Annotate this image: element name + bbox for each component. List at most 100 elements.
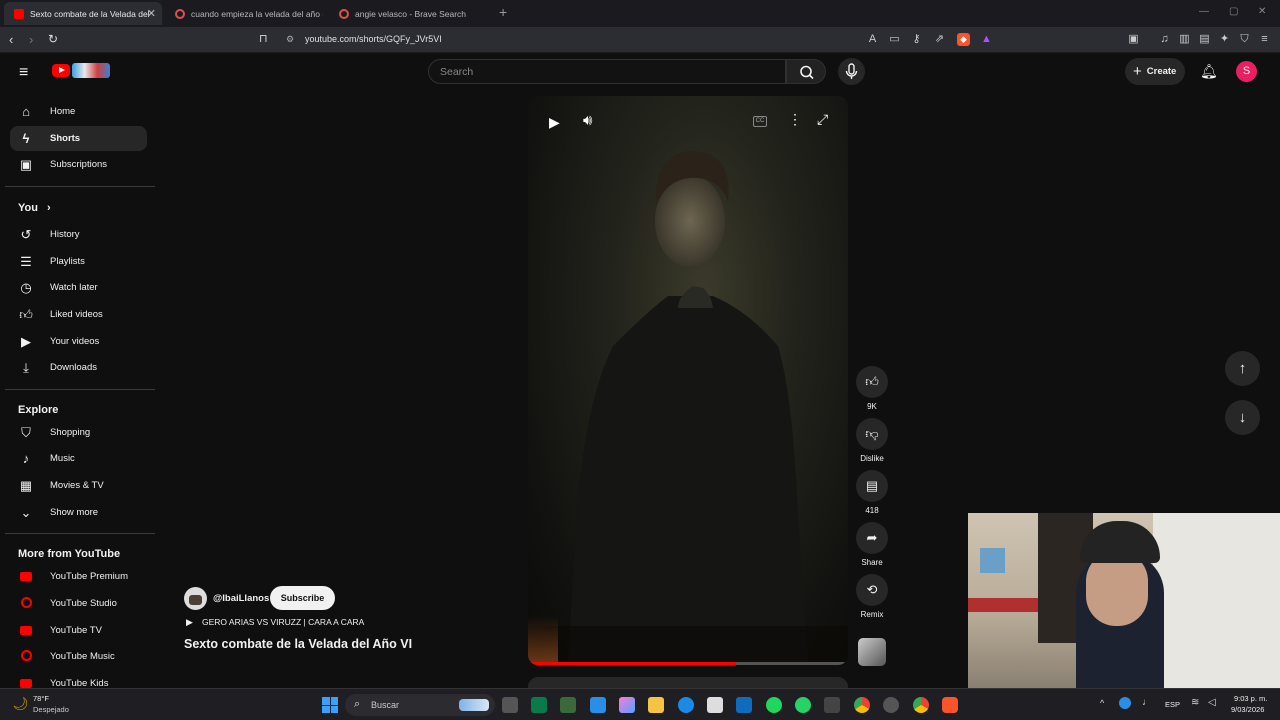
sidebar-item-movies-tv[interactable]: ▦ Movies & TV [10, 473, 147, 498]
language-indicator[interactable]: ESP [1165, 700, 1180, 709]
app-excel-icon[interactable] [531, 697, 547, 713]
sidebar-item-playlists[interactable]: ☰ Playlists [10, 249, 147, 274]
channel-name[interactable]: @IbaiLlanos [213, 593, 269, 604]
sidebar-item-youtube-music[interactable]: YouTube Music [10, 644, 147, 669]
store-icon[interactable] [707, 697, 723, 713]
edge-icon[interactable] [678, 697, 694, 713]
chrome-profile-icon[interactable] [913, 697, 929, 713]
site-info-icon[interactable]: ⚙ [286, 33, 294, 46]
brave-shields-icon[interactable]: ◆ [957, 33, 970, 46]
captions-icon[interactable]: CC [753, 116, 767, 127]
sidebar-item-youtube-premium[interactable]: YouTube Premium [10, 564, 147, 589]
tab-search-icon[interactable]: ▣ [1127, 33, 1140, 46]
vpn-icon[interactable]: ⛉ [1238, 33, 1251, 46]
volume-icon[interactable]: 🔊︎ [583, 112, 592, 129]
taskbar-search-box[interactable]: ⌕ Buscar [345, 694, 495, 716]
new-tab-button[interactable]: + [499, 4, 507, 20]
reload-icon[interactable]: ↻ [48, 33, 58, 46]
forward-icon[interactable]: › [29, 33, 33, 46]
tray-chevron-icon[interactable]: ^ [1100, 698, 1104, 708]
sidebar-item-youtube-studio[interactable]: YouTube Studio [10, 591, 147, 616]
hamburger-menu-icon[interactable]: ≡ [19, 64, 28, 82]
share-button[interactable]: ➦ [856, 522, 888, 554]
outlook-icon[interactable] [736, 697, 752, 713]
clock-time[interactable]: 9:03 p. m. [1234, 694, 1267, 703]
leo-ai-icon[interactable]: ✦ [1218, 33, 1231, 46]
progress-bar[interactable] [528, 662, 848, 665]
tab-brave-search-2[interactable]: angie velasco - Brave Search [329, 2, 489, 25]
sidebar-item-music[interactable]: ♪ Music [10, 446, 147, 471]
remix-button[interactable]: ⟲ [856, 574, 888, 606]
next-short-button[interactable]: ↓ [1225, 400, 1260, 435]
chrome-icon[interactable] [854, 697, 870, 713]
weather-temperature[interactable]: 78°F [33, 694, 49, 703]
close-tab-icon[interactable]: ✕ [147, 7, 156, 20]
weather-moon-icon[interactable]: 🌙︎ [12, 696, 29, 712]
sidebar-item-liked-videos[interactable]: 👍︎ Liked videos [10, 302, 147, 327]
music-play-icon[interactable]: ▶ [186, 617, 193, 628]
notifications-bell-icon[interactable]: 🔔︎ [1200, 63, 1218, 80]
subscribe-button[interactable]: Subscribe [270, 586, 335, 610]
search-button[interactable] [786, 59, 826, 84]
sidebar-item-shorts[interactable]: ϟ Shorts [10, 126, 147, 151]
sidebar-icon[interactable]: ▥ [1178, 33, 1191, 46]
sidebar-item-watch-later[interactable]: ◷ Watch later [10, 275, 147, 300]
short-video-player[interactable]: ▶ 🔊︎ CC ⋮ ⤢ [528, 96, 848, 665]
menu-icon[interactable]: ≡ [1258, 33, 1271, 46]
channel-avatar[interactable] [184, 587, 207, 610]
brave-rewards-icon[interactable]: ▲ [980, 33, 993, 46]
dislike-button[interactable]: 👎︎ [856, 418, 888, 450]
sidebar-item-home[interactable]: ⌂ Home [10, 99, 147, 124]
app-icon-3[interactable] [824, 697, 840, 713]
more-options-icon[interactable]: ⋮ [788, 111, 802, 128]
create-button[interactable]: + Create [1125, 58, 1185, 85]
sound-thumbnail[interactable] [858, 638, 886, 666]
windows-start-icon[interactable] [322, 697, 338, 713]
copilot-icon[interactable] [619, 697, 635, 713]
back-icon[interactable]: ‹ [9, 33, 13, 46]
like-button[interactable]: 👍︎ [856, 366, 888, 398]
file-explorer-icon[interactable] [648, 697, 664, 713]
previous-short-button[interactable]: ↑ [1225, 351, 1260, 386]
media-icon[interactable]: ♫ [1158, 33, 1171, 46]
translate-icon[interactable]: A [866, 33, 879, 46]
sidebar-you-heading[interactable]: You › [18, 202, 51, 214]
brave-icon[interactable] [942, 697, 958, 713]
sidebar-item-show-more[interactable]: ⌄ Show more [10, 500, 147, 525]
share-page-icon[interactable]: ⇗ [933, 33, 946, 46]
play-icon[interactable]: ▶ [549, 114, 560, 131]
sidebar-item-history[interactable]: ↺ History [10, 222, 147, 247]
task-view-icon[interactable] [502, 697, 518, 713]
clock-date[interactable]: 9/03/2026 [1231, 705, 1264, 714]
comments-button[interactable]: ▤ [856, 470, 888, 502]
music-title[interactable]: GERO ARIAS VS VIRUZZ | CARA A CARA [202, 617, 364, 627]
avatar[interactable]: S [1236, 61, 1257, 82]
sidebar-item-youtube-kids[interactable]: YouTube Kids [10, 671, 147, 688]
tab-brave-search-1[interactable]: cuando empieza la velada del año - [165, 2, 323, 25]
url-field[interactable]: youtube.com/shorts/GQFy_JVr5VI [305, 34, 442, 44]
maximize-icon[interactable]: ▢ [1229, 6, 1238, 17]
tab-youtube[interactable]: Sexto combate de la Velada del ✕ [4, 2, 162, 25]
app-icon[interactable] [560, 697, 576, 713]
cast-icon[interactable]: ▭ [888, 33, 901, 46]
fullscreen-icon[interactable]: ⤢ [817, 111, 828, 128]
volume-tray-icon[interactable]: ◁ [1208, 697, 1216, 708]
youtube-doodle-logo-icon[interactable] [72, 63, 110, 78]
app-icon-2[interactable] [590, 697, 606, 713]
whatsapp-icon[interactable] [795, 697, 811, 713]
app-icon-4[interactable] [883, 697, 899, 713]
minimize-icon[interactable]: — [1199, 6, 1209, 17]
key-icon[interactable]: ⚷ [910, 33, 923, 46]
youtube-logo-icon[interactable] [52, 64, 70, 77]
mic-tray-icon[interactable]: ♩ [1142, 697, 1152, 708]
wallet-icon[interactable]: ▤ [1198, 33, 1211, 46]
weather-description[interactable]: Despejado [33, 705, 69, 714]
wifi-icon[interactable]: ≋ [1191, 697, 1199, 708]
sidebar-item-shopping[interactable]: ⛉ Shopping [10, 420, 147, 445]
sidebar-item-youtube-tv[interactable]: YouTube TV [10, 618, 147, 643]
close-window-icon[interactable]: ✕ [1258, 6, 1266, 17]
search-input[interactable]: Search [428, 59, 786, 84]
voice-search-button[interactable] [838, 58, 865, 85]
onedrive-icon[interactable] [1119, 697, 1131, 709]
bookmark-icon[interactable]: ⊓ [259, 33, 268, 46]
